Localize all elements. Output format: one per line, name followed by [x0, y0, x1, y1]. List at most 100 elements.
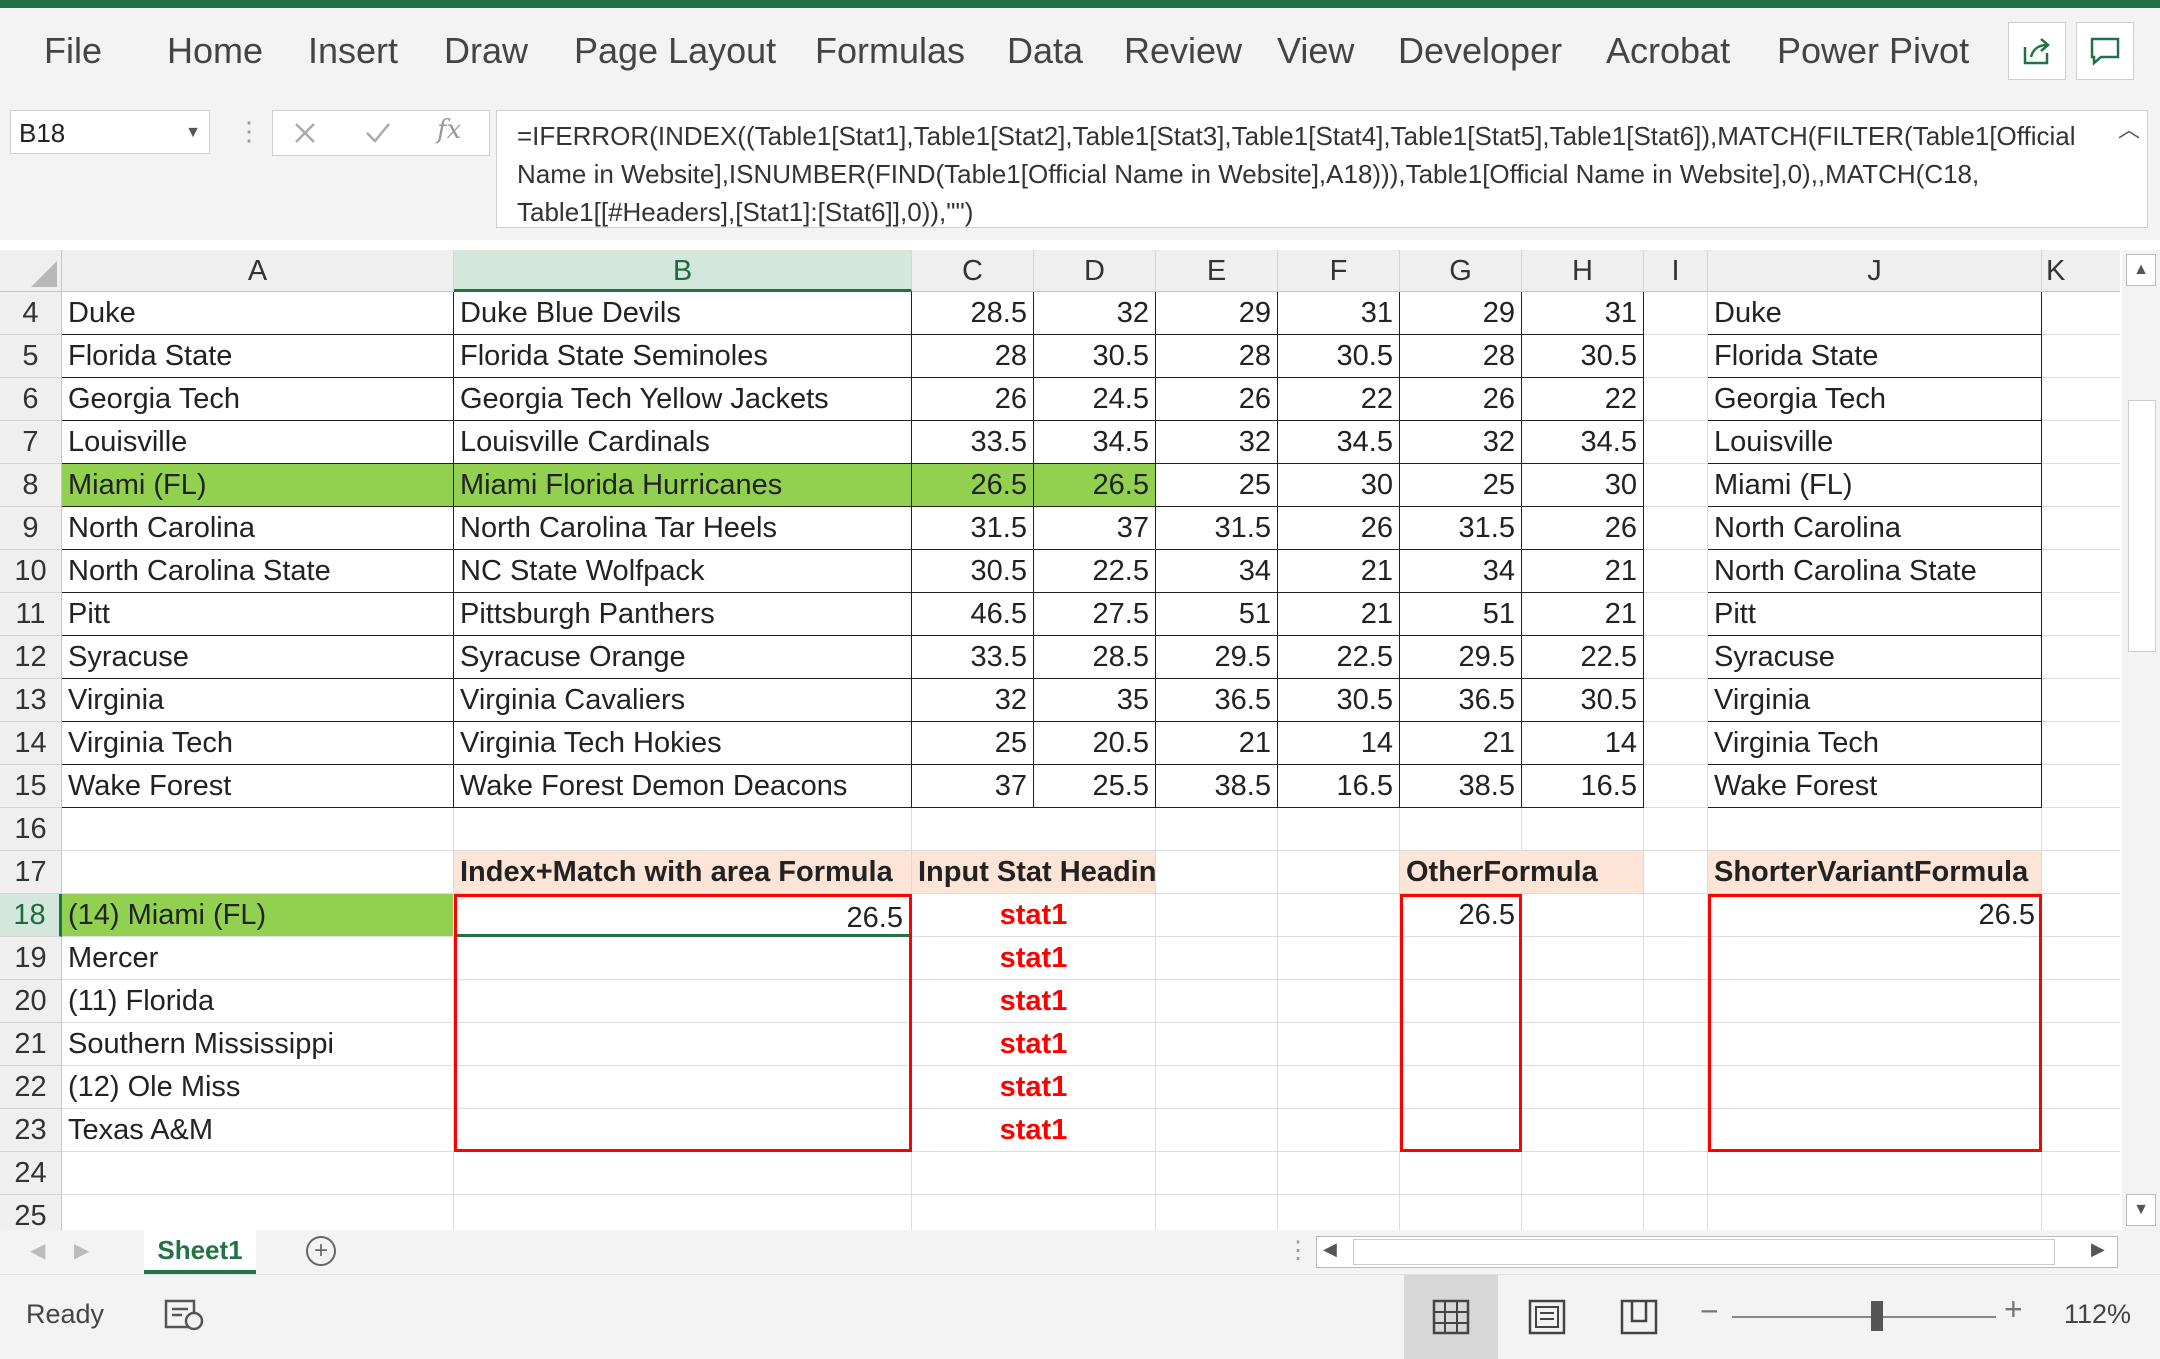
cell-result-other[interactable] [1400, 1109, 1522, 1152]
cell-empty[interactable] [2042, 894, 2120, 937]
cell-empty[interactable] [1278, 894, 1400, 937]
cell-empty[interactable] [1522, 1152, 1644, 1195]
cell-result-index-match[interactable] [454, 1195, 912, 1230]
cell-empty[interactable] [1644, 1066, 1708, 1109]
cell-empty[interactable] [2042, 636, 2120, 679]
table-cell-stat2[interactable]: 25.5 [1034, 765, 1156, 808]
cell-result-index-match[interactable] [454, 808, 912, 851]
cell-empty[interactable] [1644, 421, 1708, 464]
cell-result-other[interactable] [1400, 980, 1522, 1023]
table-cell-school[interactable]: Louisville [62, 421, 454, 464]
row-header[interactable]: 22 [0, 1066, 62, 1109]
table-cell-stat5[interactable]: 34 [1400, 550, 1522, 593]
cell-stat-input[interactable]: stat1 [912, 894, 1156, 937]
table-cell-stat1[interactable]: 33.5 [912, 636, 1034, 679]
table-cell-stat6[interactable]: 30.5 [1522, 679, 1644, 722]
table-cell-stat1[interactable]: 28.5 [912, 292, 1034, 335]
cell-empty[interactable] [1278, 980, 1400, 1023]
table-cell-official-name[interactable]: Duke Blue Devils [454, 292, 912, 335]
cell-empty[interactable] [2042, 292, 2120, 335]
accessibility-icon[interactable] [164, 1297, 206, 1333]
cell-result-index-match[interactable] [454, 980, 912, 1023]
cell-result-shorter[interactable] [1708, 980, 2042, 1023]
table-cell-stat2[interactable]: 32 [1034, 292, 1156, 335]
table-cell-stat4[interactable]: 21 [1278, 593, 1400, 636]
cell-empty[interactable] [2042, 765, 2120, 808]
table-cell-stat3[interactable]: 29 [1156, 292, 1278, 335]
cell-empty[interactable] [1278, 1109, 1400, 1152]
table-cell-school[interactable]: Virginia [62, 679, 454, 722]
table-cell-stat6[interactable]: 30.5 [1522, 335, 1644, 378]
cell-stat-input[interactable]: stat1 [912, 1109, 1156, 1152]
cell-empty[interactable] [1644, 507, 1708, 550]
select-all-button[interactable] [0, 250, 62, 292]
table-cell-stat1[interactable]: 33.5 [912, 421, 1034, 464]
cell-empty[interactable] [1522, 980, 1644, 1023]
cell-result-index-match[interactable]: 26.5 [454, 894, 912, 937]
table-cell-school[interactable]: North Carolina [62, 507, 454, 550]
table-cell-stat1[interactable]: 46.5 [912, 593, 1034, 636]
table-cell-stat2[interactable]: 28.5 [1034, 636, 1156, 679]
cell-empty[interactable] [2042, 1152, 2120, 1195]
list-cell-school[interactable]: Virginia Tech [1708, 722, 2042, 765]
table-cell-stat5[interactable]: 25 [1400, 464, 1522, 507]
table-cell-stat5[interactable]: 29.5 [1400, 636, 1522, 679]
table-cell-stat4[interactable]: 34.5 [1278, 421, 1400, 464]
table-cell-school[interactable]: Georgia Tech [62, 378, 454, 421]
cell-empty[interactable] [1156, 1023, 1278, 1066]
table-cell-stat3[interactable]: 38.5 [1156, 765, 1278, 808]
table-cell-stat1[interactable]: 26.5 [912, 464, 1034, 507]
table-cell-stat3[interactable]: 51 [1156, 593, 1278, 636]
table-cell-stat1[interactable]: 25 [912, 722, 1034, 765]
cell-team-input[interactable]: (12) Ole Miss [62, 1066, 454, 1109]
list-cell-school[interactable]: Wake Forest [1708, 765, 2042, 808]
row-header[interactable]: 18 [0, 894, 62, 937]
header-input-stat[interactable]: Input Stat Heading [912, 851, 1156, 894]
tab-draw[interactable]: Draw [444, 30, 528, 72]
table-cell-stat2[interactable]: 27.5 [1034, 593, 1156, 636]
cell-team-input[interactable] [62, 808, 454, 851]
table-cell-stat2[interactable]: 26.5 [1034, 464, 1156, 507]
table-cell-stat3[interactable]: 31.5 [1156, 507, 1278, 550]
table-cell-stat1[interactable]: 28 [912, 335, 1034, 378]
list-cell-school[interactable]: Georgia Tech [1708, 378, 2042, 421]
table-cell-stat4[interactable]: 22.5 [1278, 636, 1400, 679]
page-layout-view-icon[interactable] [1528, 1299, 1566, 1335]
scroll-up-icon[interactable]: ▲ [2126, 254, 2156, 286]
cell-empty[interactable] [1278, 808, 1400, 851]
cell-empty[interactable] [1156, 1066, 1278, 1109]
column-header-e[interactable]: E [1156, 250, 1278, 292]
column-header-c[interactable]: C [912, 250, 1034, 292]
cell-empty[interactable] [1644, 808, 1708, 851]
row-header[interactable]: 16 [0, 808, 62, 851]
table-cell-school[interactable]: Pitt [62, 593, 454, 636]
table-cell-school[interactable]: North Carolina State [62, 550, 454, 593]
cell-empty[interactable] [1644, 765, 1708, 808]
table-cell-official-name[interactable]: Wake Forest Demon Deacons [454, 765, 912, 808]
list-cell-school[interactable]: North Carolina State [1708, 550, 2042, 593]
cell-result-shorter[interactable] [1708, 1109, 2042, 1152]
row-header[interactable]: 20 [0, 980, 62, 1023]
column-header-k[interactable]: K [2042, 250, 2120, 292]
chevron-down-icon[interactable]: ▼ [185, 111, 201, 155]
vertical-scrollbar[interactable]: ▲ ▼ [2122, 250, 2160, 1230]
table-cell-official-name[interactable]: Louisville Cardinals [454, 421, 912, 464]
zoom-in-button[interactable]: + [2004, 1291, 2023, 1328]
zoom-slider[interactable] [1732, 1301, 1996, 1331]
cell-result-index-match[interactable] [454, 1109, 912, 1152]
row-header[interactable]: 8 [0, 464, 62, 507]
table-cell-official-name[interactable]: NC State Wolfpack [454, 550, 912, 593]
table-cell-stat2[interactable]: 30.5 [1034, 335, 1156, 378]
zoom-out-button[interactable]: − [1700, 1293, 1719, 1330]
cell-result-other[interactable] [1400, 1023, 1522, 1066]
cell-team-input[interactable]: Southern Mississippi [62, 1023, 454, 1066]
cell-empty[interactable] [1644, 679, 1708, 722]
cell-empty[interactable] [2042, 722, 2120, 765]
table-cell-stat5[interactable]: 29 [1400, 292, 1522, 335]
tab-page-layout[interactable]: Page Layout [574, 30, 776, 72]
column-header-i[interactable]: I [1644, 250, 1708, 292]
cell-result-shorter[interactable] [1708, 1023, 2042, 1066]
table-cell-stat2[interactable]: 22.5 [1034, 550, 1156, 593]
tab-home[interactable]: Home [167, 30, 263, 72]
cell-stat-input[interactable]: stat1 [912, 1023, 1156, 1066]
